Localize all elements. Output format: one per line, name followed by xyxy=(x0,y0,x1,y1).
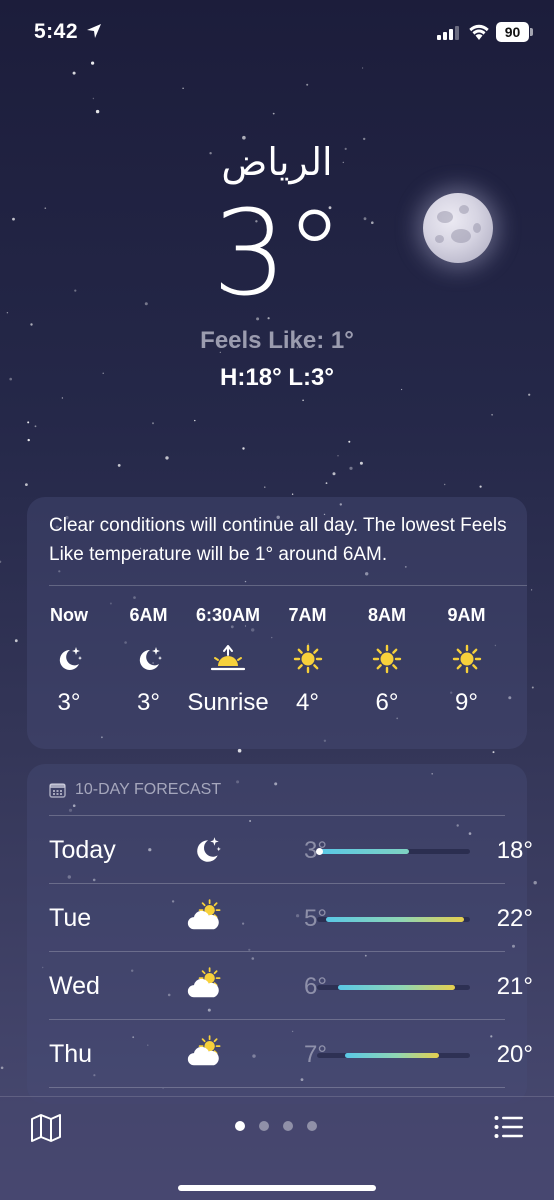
ten-day-header: 10-DAY FORECAST xyxy=(49,781,221,799)
partly-cloudy-icon xyxy=(187,898,233,938)
home-indicator xyxy=(178,1185,376,1191)
map-icon[interactable] xyxy=(30,1113,62,1143)
day-name: Wed xyxy=(49,972,100,1000)
partly-cloudy-icon xyxy=(187,1034,233,1074)
wifi-icon xyxy=(469,24,489,40)
battery-indicator: 90 xyxy=(496,22,529,42)
battery-nub xyxy=(530,28,533,36)
temperature-range-fill xyxy=(326,917,464,922)
page-dot[interactable] xyxy=(283,1121,293,1131)
temperature-range-bar xyxy=(317,985,470,990)
moon-stars-icon xyxy=(191,834,237,874)
status-bar: 5:42 90 xyxy=(0,0,554,64)
forecast-summary: Clear conditions will continue all day. … xyxy=(49,515,507,565)
page-indicator[interactable] xyxy=(235,1121,317,1131)
temperature-range-bar xyxy=(317,1053,470,1058)
day-row[interactable]: Today 3° 18° xyxy=(49,816,533,883)
bottom-toolbar xyxy=(0,1096,554,1200)
day-name: Thu xyxy=(49,1040,93,1068)
moon-icon xyxy=(423,193,493,263)
day-high: 20° xyxy=(496,1041,533,1068)
hour-column: 9AM 9° xyxy=(417,605,517,717)
day-name: Today xyxy=(49,836,116,864)
day-high: 22° xyxy=(496,905,533,932)
sun-icon xyxy=(417,629,517,689)
temperature-range-bar xyxy=(316,848,470,855)
cellular-signal-icon xyxy=(437,25,459,40)
temperature-range-fill xyxy=(344,1053,440,1058)
temperature-range-bar xyxy=(317,917,470,922)
day-row[interactable]: Tue 5° 22° xyxy=(49,884,533,951)
hour-temp: 9° xyxy=(455,689,478,716)
day-high: 21° xyxy=(496,973,533,1000)
hourly-forecast-card[interactable]: Clear conditions will continue all day. … xyxy=(27,497,527,749)
divider xyxy=(49,585,527,586)
temperature-range-fill xyxy=(338,985,455,990)
city-name: الرياض xyxy=(221,140,333,184)
calendar-icon xyxy=(49,783,66,798)
current-temp-dot xyxy=(316,848,324,855)
day-row[interactable]: Thu 7° 20° xyxy=(49,1020,533,1087)
high-low: H:18° L:3° xyxy=(220,364,334,391)
row-divider xyxy=(49,1087,505,1088)
list-icon[interactable] xyxy=(494,1115,524,1139)
page-dot[interactable] xyxy=(307,1121,317,1131)
day-high: 18° xyxy=(496,837,533,864)
page-dot[interactable] xyxy=(259,1121,269,1131)
temperature-range-fill xyxy=(320,849,409,854)
ten-day-forecast-card[interactable]: 10-DAY FORECAST Today 3° 18° Tue 5° 22° … xyxy=(27,764,533,1104)
hour-label: 9AM xyxy=(447,605,486,625)
feels-like: Feels Like: 1° xyxy=(200,327,354,354)
status-time: 5:42 xyxy=(34,20,79,43)
location-arrow-icon xyxy=(87,24,101,38)
day-name: Tue xyxy=(49,904,92,932)
page-dot[interactable] xyxy=(235,1121,245,1131)
partly-cloudy-icon xyxy=(187,966,233,1006)
ten-day-title: 10-DAY FORECAST xyxy=(75,781,222,798)
day-row[interactable]: Wed 6° 21° xyxy=(49,952,533,1019)
